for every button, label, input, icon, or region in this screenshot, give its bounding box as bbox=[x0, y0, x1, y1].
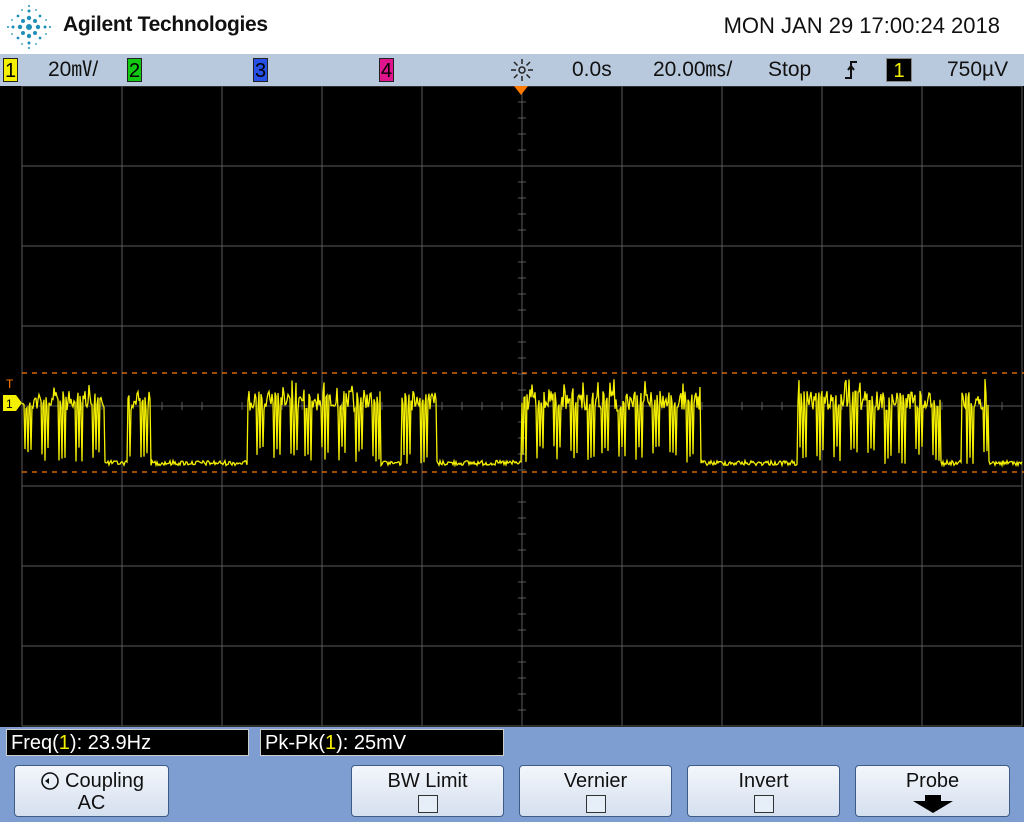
invert-softkey[interactable]: Invert bbox=[687, 765, 840, 817]
vernier-label: Vernier bbox=[563, 770, 628, 792]
pk-pk-name: Pk-Pk( bbox=[265, 732, 325, 754]
measurement-bar: Freq(1): 23.9Hz Pk-Pk(1): 25mV bbox=[0, 727, 1024, 759]
down-arrow-icon bbox=[912, 795, 953, 813]
rising-edge-icon bbox=[845, 61, 857, 79]
time-delay: 0.0s bbox=[572, 58, 612, 81]
coupling-value: AC bbox=[77, 792, 106, 814]
trigger-position-marker bbox=[514, 86, 528, 95]
coupling-softkey[interactable]: Coupling AC bbox=[14, 765, 169, 817]
invert-checkbox[interactable] bbox=[753, 795, 774, 813]
invert-label: Invert bbox=[738, 770, 789, 792]
frequency-name: Freq( bbox=[11, 732, 59, 754]
brand-name: Agilent Technologies bbox=[63, 13, 268, 36]
entry-knob-icon bbox=[41, 772, 59, 790]
channel-1-scale: 20㎷/ bbox=[48, 58, 99, 81]
vernier-softkey[interactable]: Vernier bbox=[519, 765, 672, 817]
channel-1-indicator[interactable]: 1 bbox=[3, 58, 18, 82]
waveform-graticule: 1 T bbox=[3, 86, 1024, 727]
waveform-display: 1 T bbox=[0, 86, 1024, 727]
time-scale: 20.00㎳/ bbox=[653, 58, 733, 81]
pk-pk-channel: 1 bbox=[325, 732, 337, 754]
ground-marker-label: 1 bbox=[6, 397, 13, 411]
channel-3-indicator[interactable]: 3 bbox=[253, 58, 268, 82]
coupling-label: Coupling bbox=[65, 770, 144, 792]
pk-pk-value: ): 25mV bbox=[336, 732, 407, 754]
trigger-level-marker: T bbox=[6, 377, 14, 391]
channel-2-indicator[interactable]: 2 bbox=[127, 58, 142, 82]
bw-limit-checkbox[interactable] bbox=[417, 795, 438, 813]
title-bar: Agilent Technologies MON JAN 29 17:00:24… bbox=[0, 0, 1024, 54]
status-bar: 1 20㎷/ 2 3 4 0.0s 20.00㎳/ Stop 1 750µV bbox=[0, 54, 1024, 86]
trigger-source: 1 bbox=[886, 58, 912, 82]
pk-pk-measurement: Pk-Pk(1): 25mV bbox=[260, 729, 504, 756]
channel-4-indicator[interactable]: 4 bbox=[379, 58, 394, 82]
vernier-checkbox[interactable] bbox=[585, 795, 606, 813]
date-time: MON JAN 29 17:00:24 2018 bbox=[723, 13, 1000, 38]
softkey-bar: Coupling AC BW Limit Vernier Invert Prob… bbox=[0, 759, 1024, 822]
ground-marker: 1 bbox=[3, 395, 22, 411]
agilent-logo-icon bbox=[7, 5, 51, 49]
time-reference-icon bbox=[511, 59, 533, 81]
frequency-channel: 1 bbox=[58, 732, 70, 754]
probe-label: Probe bbox=[905, 770, 960, 792]
bw-limit-label: BW Limit bbox=[387, 770, 468, 792]
run-state: Stop bbox=[768, 58, 812, 81]
frequency-value: ): 23.9Hz bbox=[69, 732, 152, 754]
probe-softkey[interactable]: Probe bbox=[855, 765, 1010, 817]
frequency-measurement: Freq(1): 23.9Hz bbox=[6, 729, 249, 756]
bw-limit-softkey[interactable]: BW Limit bbox=[351, 765, 504, 817]
trigger-level: 750µV bbox=[947, 58, 1009, 81]
